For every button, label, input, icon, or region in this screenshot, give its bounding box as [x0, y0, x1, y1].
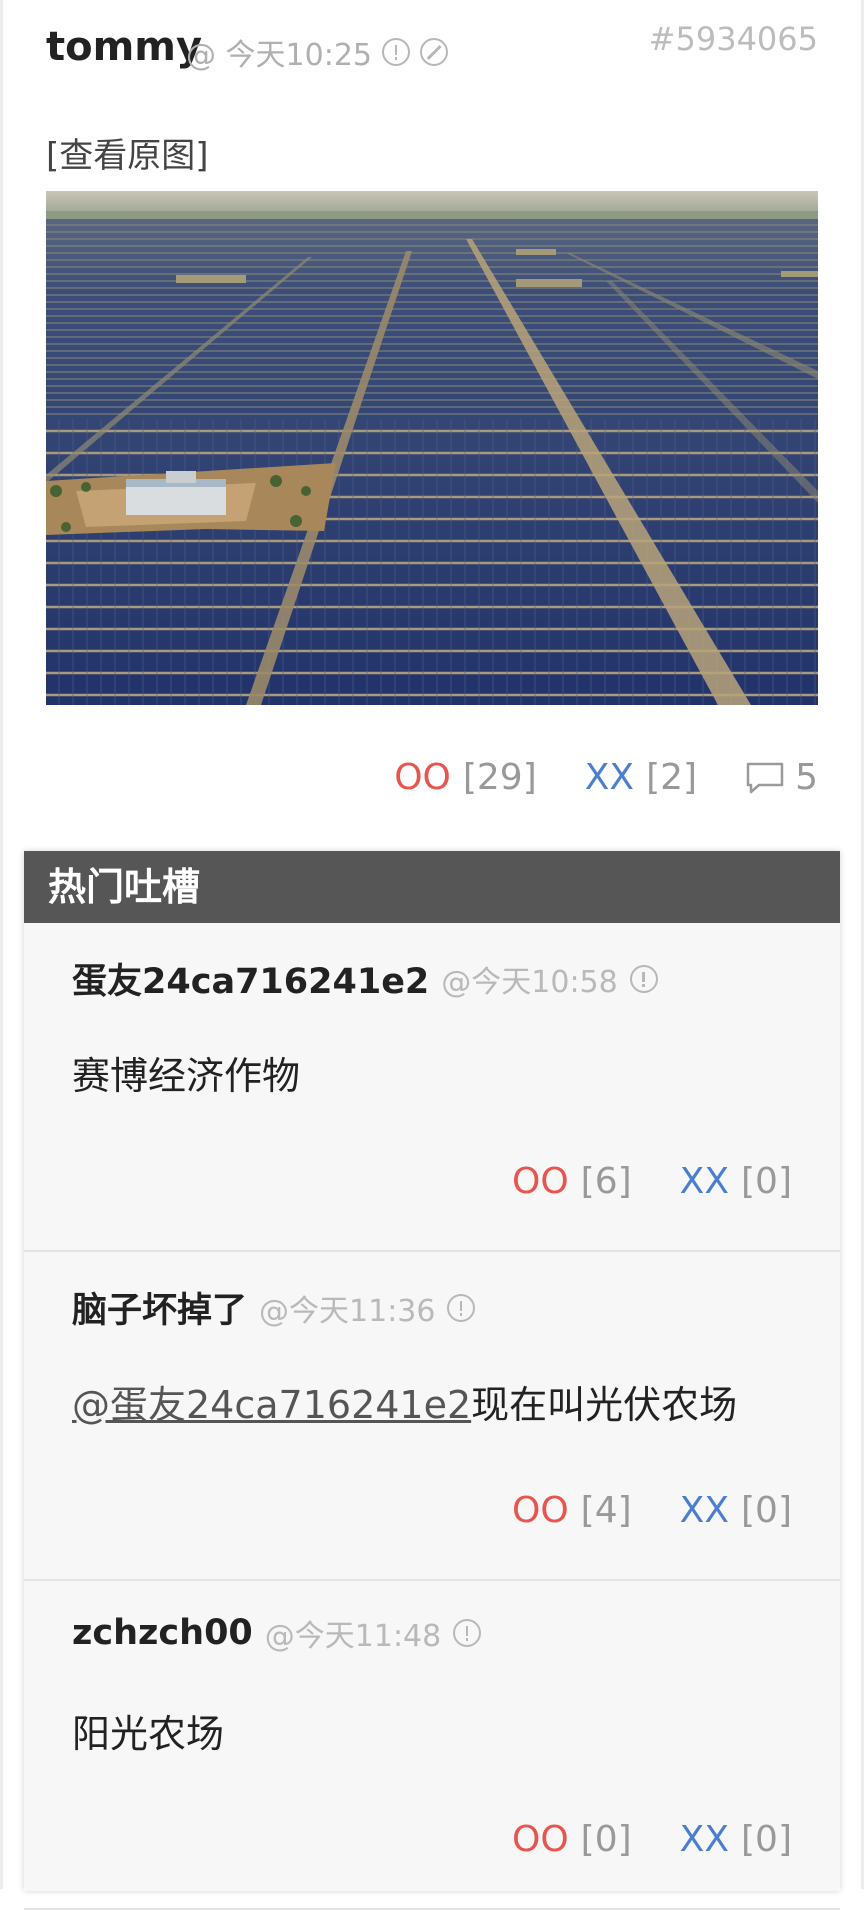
report-icon[interactable]	[629, 964, 658, 993]
comment-count[interactable]: 5	[795, 757, 818, 798]
comment-author[interactable]: 脑子坏掉了	[72, 1282, 247, 1333]
comment-item: zchzch00 @今天11:48 阳光农场 OO [0] XX [0]	[24, 1581, 840, 1910]
report-icon[interactable]	[447, 1293, 476, 1322]
post-author[interactable]: tommy	[46, 24, 202, 70]
comment-content: 阳光农场	[72, 1712, 225, 1756]
comment-header: zchzch00 @今天11:48	[72, 1611, 482, 1655]
mention-link[interactable]: @蛋友24ca716241e2	[72, 1383, 471, 1427]
comment-item: 脑子坏掉了 @今天11:36 @蛋友24ca716241e2现在叫光伏农场 OO…	[24, 1252, 840, 1581]
left-border	[0, 0, 3, 1889]
oo-count: [6]	[580, 1161, 632, 1202]
hot-comments-panel: 热门吐槽 蛋友24ca716241e2 @今天10:58 赛博经济作物 OO […	[24, 851, 840, 1910]
comment-vote-row: OO [6] XX [0]	[512, 1161, 792, 1202]
comment-time: @今天11:48	[264, 1619, 442, 1654]
oo-button[interactable]: OO	[512, 1490, 569, 1531]
post-vote-row: OO [29] XX [2] 5	[394, 757, 818, 798]
post-header: tommy @ 今天10:25 #5934065	[46, 20, 818, 80]
comment-icon[interactable]	[745, 761, 785, 795]
comment-time: @今天10:58	[441, 964, 618, 1000]
report-icon[interactable]	[382, 38, 410, 66]
comment-item: 蛋友24ca716241e2 @今天10:58 赛博经济作物 OO [6] XX…	[24, 923, 840, 1252]
xx-button[interactable]: XX	[680, 1490, 729, 1531]
comment-text: 阳光农场	[72, 1703, 224, 1758]
xx-count: [0]	[741, 1490, 792, 1531]
comment-vote-row: OO [4] XX [0]	[512, 1490, 792, 1531]
comment-text: 赛博经济作物	[72, 1045, 300, 1100]
oo-count: [0]	[580, 1819, 632, 1860]
comment-author[interactable]: zchzch00	[72, 1613, 253, 1653]
comment-header: 脑子坏掉了 @今天11:36	[72, 1282, 476, 1333]
page: tommy @ 今天10:25 #5934065 [查看原图] OO [29] …	[0, 0, 864, 1910]
xx-button[interactable]: XX	[585, 757, 634, 798]
xx-count: [2]	[646, 757, 698, 798]
comment-content: 现在叫光伏农场	[471, 1383, 738, 1427]
post-image-solar-farm[interactable]	[46, 191, 818, 705]
comment-vote-row: OO [0] XX [0]	[512, 1819, 792, 1860]
xx-count: [0]	[741, 1161, 792, 1202]
comment-content: 赛博经济作物	[72, 1054, 301, 1098]
post-id[interactable]: #5934065	[649, 20, 818, 58]
hot-comments-title: 热门吐槽	[24, 851, 840, 923]
comment-header: 蛋友24ca716241e2 @今天10:58	[72, 953, 658, 1004]
block-icon[interactable]	[420, 38, 448, 66]
oo-button[interactable]: OO	[394, 757, 451, 798]
post-meta: @ 今天10:25	[186, 30, 448, 74]
oo-button[interactable]: OO	[512, 1161, 569, 1202]
view-original-link[interactable]: [查看原图]	[46, 128, 209, 177]
xx-button[interactable]: XX	[680, 1819, 729, 1860]
report-icon[interactable]	[453, 1619, 482, 1647]
comment-time: @今天11:36	[259, 1293, 436, 1329]
oo-button[interactable]: OO	[512, 1819, 569, 1860]
oo-count: [29]	[462, 757, 537, 798]
oo-count: [4]	[580, 1490, 632, 1531]
xx-count: [0]	[741, 1819, 792, 1860]
xx-button[interactable]: XX	[680, 1161, 729, 1202]
post-time: @ 今天10:25	[186, 38, 372, 73]
comment-text: @蛋友24ca716241e2现在叫光伏农场	[72, 1374, 737, 1429]
comment-author[interactable]: 蛋友24ca716241e2	[72, 953, 429, 1004]
